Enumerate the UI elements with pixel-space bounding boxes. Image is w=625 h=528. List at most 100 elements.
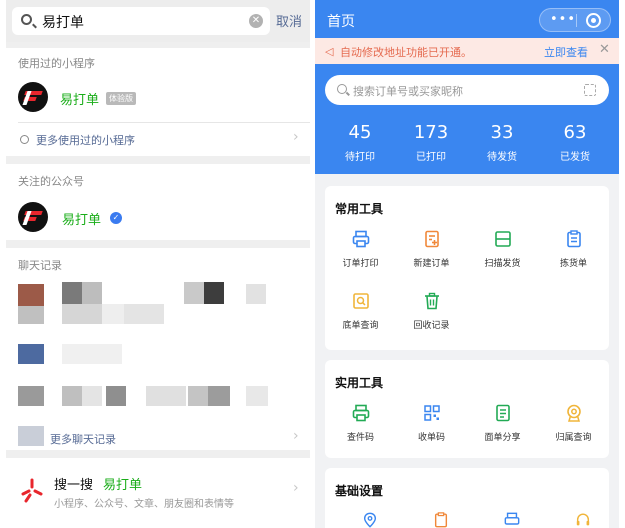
stat-label: 已发货 [560, 152, 590, 163]
stat-number: 45 [348, 122, 372, 143]
blurred-text [62, 304, 102, 324]
blurred-text [246, 284, 266, 304]
tool-record-query[interactable]: 底单查询 [325, 292, 396, 331]
blurred-text [184, 282, 204, 304]
blurred-text [82, 282, 102, 304]
followed-accounts-section: 关注的公众号 易打单 ✓ [6, 164, 310, 240]
order-search-input[interactable]: 搜索订单号或买家昵称 [325, 75, 609, 105]
divider [18, 122, 310, 123]
more-chat-label: 更多聊天记录 [50, 433, 116, 446]
blurred-text [62, 344, 122, 364]
chevron-right-icon: › [293, 428, 299, 444]
tool-waybill-share[interactable]: 面单分享 [467, 404, 538, 443]
tool-label: 收单码 [417, 433, 445, 443]
printer-icon[interactable] [504, 512, 520, 528]
more-used-miniprograms-link[interactable]: 更多使用过的小程序 › [6, 124, 310, 156]
more-chat-records-link[interactable]: 更多聊天记录 › [6, 424, 310, 450]
printer-icon [352, 230, 369, 248]
stat-to-print[interactable]: 45 待打印 [322, 122, 398, 163]
capsule-menu: ••• [539, 8, 611, 32]
location-pin-icon[interactable] [362, 512, 378, 528]
tool-label: 订单打印 [342, 259, 379, 269]
tool-label: 归属查询 [555, 433, 592, 443]
blurred-text [102, 304, 124, 324]
basic-settings-card: 基础设置 [325, 468, 609, 528]
more-used-label: 更多使用过的小程序 [36, 134, 135, 147]
tool-label: 拣货单 [559, 259, 587, 269]
tool-label: 扫描发货 [484, 259, 521, 269]
tool-receipt-code[interactable]: 收单码 [396, 404, 467, 443]
printer-icon [352, 404, 369, 422]
blurred-text [62, 386, 82, 406]
miniprogram-name: 易打单 [60, 93, 100, 108]
stat-to-ship[interactable]: 33 待发货 [464, 122, 540, 163]
tool-picking-list[interactable]: 拣货单 [538, 230, 609, 269]
used-miniprograms-section: 使用过的小程序 易打单 体验版 更多使用过的小程序 › [6, 48, 310, 156]
clear-icon[interactable]: ✕ [249, 14, 263, 28]
card-title: 基础设置 [335, 484, 384, 498]
blurred-text [124, 304, 164, 324]
more-icon[interactable]: ••• [550, 12, 576, 27]
blurred-text [106, 386, 126, 406]
app-logo-icon [18, 202, 48, 232]
document-icon[interactable] [433, 512, 449, 528]
tool-scan-ship[interactable]: 扫描发货 [467, 230, 538, 269]
official-account-item[interactable]: 易打单 ✓ [6, 194, 310, 240]
verified-icon: ✓ [110, 212, 122, 224]
tool-pickup-code[interactable]: 查件码 [325, 404, 396, 443]
tool-location-query[interactable]: 归属查询 [538, 404, 609, 443]
blurred-text [246, 386, 268, 406]
chevron-right-icon: › [293, 129, 299, 145]
new-order-icon [424, 230, 439, 248]
stat-label: 待打印 [345, 152, 375, 163]
blurred-text [208, 386, 230, 406]
chat-records-section: 聊天记录 更多聊天记录 › [6, 248, 310, 450]
tool-new-order[interactable]: 新建订单 [396, 230, 467, 269]
location-badge-icon [566, 404, 581, 422]
wechat-search-panel: 易打单 ✕ 取消 使用过的小程序 易打单 体验版 更多使用过的小程序 › 关注的… [6, 0, 310, 528]
sousou-entry[interactable]: 搜一搜 易打单 小程序、公众号、文章、朋友圈和表情等 › [6, 458, 310, 528]
qr-icon [423, 405, 440, 421]
search-input[interactable]: 易打单 ✕ [12, 7, 270, 35]
chevron-right-icon: › [293, 480, 299, 496]
search-query: 易打单 [42, 15, 84, 31]
close-miniprogram-icon[interactable] [586, 13, 601, 28]
practical-tools-card: 实用工具 查件码 收单码 面单分享 归属查询 [325, 360, 609, 458]
miniprogram-home: 首页 ••• ◁ 自动修改地址功能已开通。 立即查看 ✕ 搜索订单号或买家昵称 … [315, 0, 619, 528]
notice-text: 自动修改地址功能已开通。 [340, 46, 472, 59]
common-tools-card: 常用工具 订单打印 新建订单 扫描发货 拣货单 底单查询 回收记录 [325, 186, 609, 350]
sousou-title: 搜一搜 [54, 478, 94, 493]
scan-icon[interactable] [584, 84, 596, 96]
stat-label: 已打印 [416, 152, 446, 163]
sousou-icon [21, 478, 43, 503]
scan-icon [494, 231, 511, 247]
speaker-icon: ◁ [325, 45, 334, 58]
stat-number: 173 [413, 122, 449, 143]
tool-order-print[interactable]: 订单打印 [325, 230, 396, 269]
tool-recycle-records[interactable]: 回收记录 [396, 292, 467, 331]
miniprogram-item[interactable]: 易打单 体验版 [6, 74, 310, 120]
trash-icon [424, 292, 439, 310]
tool-label: 回收记录 [413, 321, 450, 331]
cancel-button[interactable]: 取消 [276, 11, 302, 30]
view-now-link[interactable]: 立即查看 [544, 44, 588, 60]
tool-label: 面单分享 [484, 433, 521, 443]
blurred-avatar [18, 306, 44, 324]
headset-icon[interactable] [575, 512, 591, 528]
close-icon[interactable]: ✕ [599, 42, 610, 57]
blurred-avatar [18, 344, 44, 364]
stat-shipped[interactable]: 63 已发货 [537, 122, 613, 163]
blurred-text [188, 386, 208, 406]
stat-printed[interactable]: 173 已打印 [393, 122, 469, 163]
notice-bar: ◁ 自动修改地址功能已开通。 立即查看 ✕ [315, 38, 619, 64]
clipboard-icon [566, 230, 581, 248]
blurred-text [146, 386, 186, 406]
sousou-subtitle: 小程序、公众号、文章、朋友圈和表情等 [54, 499, 234, 510]
search-icon [20, 135, 29, 144]
document-icon [495, 404, 510, 422]
search-bar: 易打单 ✕ 取消 [6, 0, 310, 42]
tool-label: 底单查询 [342, 321, 379, 331]
blurred-avatar [18, 386, 44, 406]
card-title: 常用工具 [335, 202, 384, 216]
search-placeholder: 搜索订单号或买家昵称 [353, 85, 463, 98]
